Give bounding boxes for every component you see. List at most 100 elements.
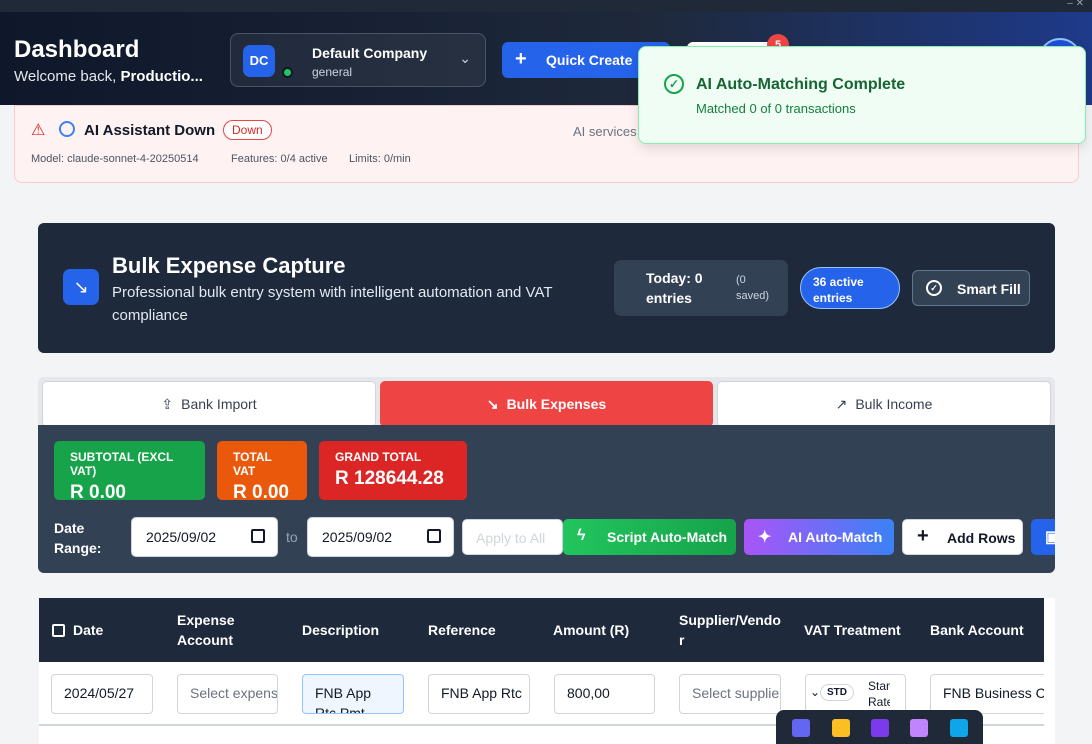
chevron-down-icon: ⌄ — [810, 685, 821, 699]
today-entries-count: Today: 0 entries — [646, 270, 703, 306]
column-header-reference: Reference — [428, 622, 496, 638]
column-header-vat-treatment: VAT Treatment — [804, 622, 901, 638]
plus-icon: + — [917, 525, 929, 547]
plus-icon: + — [515, 48, 527, 70]
zap-icon: ϟ — [577, 527, 586, 544]
column-header-bank-account: Bank Account — [930, 622, 1024, 638]
active-entries-badge: 36 active entries — [800, 267, 900, 309]
table-header: Date Expense Account Description Referen… — [39, 598, 1044, 662]
column-header-label: Date — [73, 622, 104, 638]
apply-to-all-button[interactable]: Apply to All — [462, 519, 563, 555]
today-entries-card: Today: 0 entries (0 saved) — [614, 260, 788, 316]
smart-fill-label: Smart Fill — [957, 281, 1021, 297]
script-auto-match-button[interactable]: ϟ Script Auto-Match — [563, 519, 736, 555]
subtotal-value: R 0.00 — [70, 482, 126, 503]
drive-icon[interactable] — [832, 719, 850, 737]
upload-icon: ⇪ — [161, 396, 174, 412]
bank-account-select[interactable]: FNB Business Current — [930, 674, 1044, 714]
capture-subtitle: Professional bulk entry system with inte… — [112, 284, 553, 324]
calendar-icon — [52, 623, 65, 637]
ai-auto-match-label: AI Auto-Match — [788, 529, 883, 545]
column-header-description: Description — [302, 622, 380, 638]
company-avatar: DC — [243, 45, 275, 77]
subtotal-label: SUBTOTAL (EXCL VAT) — [70, 450, 174, 478]
trending-down-icon: ↘ — [63, 269, 99, 305]
vat-treatment-text: Standard Rate — [868, 679, 890, 709]
column-header-date: Date — [52, 598, 162, 662]
status-badge: Down — [223, 120, 272, 140]
capture-tabs: ⇪ Bank Import ↘ Bulk Expenses ↗ Bulk Income — [38, 377, 1055, 429]
teams-icon[interactable] — [792, 719, 810, 737]
company-name: Default Company — [312, 45, 428, 61]
total-vat-card: TOTAL VAT R 0.00 — [217, 441, 307, 503]
company-type: general — [312, 65, 353, 79]
apply-to-all-label: Apply to All — [476, 530, 546, 546]
check-circle-icon: ✓ — [664, 74, 684, 94]
ai-status-title: AI Assistant Down — [84, 122, 216, 139]
calendar-icon[interactable] — [251, 529, 265, 543]
add-rows-button[interactable]: + Add Rows — [902, 519, 1023, 555]
ai-limits-info: Limits: 0/min — [349, 153, 411, 165]
warning-triangle-icon: ⚠ — [31, 122, 46, 139]
description-textarea[interactable]: FNB App Rtc Pmt — [302, 674, 404, 714]
onenote-icon[interactable] — [871, 719, 889, 737]
vat-treatment-select[interactable]: ⌄ STD Standard Rate — [805, 674, 906, 714]
reference-input[interactable]: FNB App Rtc — [428, 674, 530, 714]
welcome-prefix: Welcome back, — [14, 68, 121, 85]
date-to-input[interactable]: 2025/09/02 — [307, 517, 454, 557]
bulk-capture-header: ↘ Bulk Expense Capture Professional bulk… — [38, 223, 1055, 353]
success-toast[interactable]: ✓ AI Auto-Matching Complete Matched 0 of… — [638, 46, 1086, 144]
column-header-amount: Amount (R) — [553, 622, 630, 638]
expense-account-select[interactable]: Select expense account... — [177, 674, 278, 714]
page-title: Dashboard — [14, 36, 140, 63]
tab-label: Bank Import — [181, 396, 257, 412]
grand-total-value: R 128644.28 — [335, 468, 444, 489]
supplier-select[interactable]: Select supplier... — [679, 674, 781, 714]
tab-label: Bulk Expenses — [506, 396, 607, 412]
saved-count: (0 saved) — [736, 274, 770, 302]
capture-title: Bulk Expense Capture — [112, 253, 346, 278]
smart-fill-button[interactable]: ✓ Smart Fill — [912, 270, 1030, 306]
date-to-value: 2025/09/02 — [322, 529, 393, 545]
quick-create-label: Quick Create — [546, 52, 633, 68]
tab-bulk-income[interactable]: ↗ Bulk Income — [717, 381, 1051, 427]
tab-bank-import[interactable]: ⇪ Bank Import — [42, 381, 376, 427]
date-from-input[interactable]: 2025/09/02 — [131, 517, 278, 557]
store-icon[interactable] — [950, 719, 968, 737]
toast-message: Matched 0 of 0 transactions — [696, 101, 856, 116]
chevron-down-icon: ⌄ — [459, 50, 471, 66]
company-selector[interactable]: DC Default Company general ⌄ — [230, 33, 486, 87]
amount-input[interactable]: 800,00 — [554, 674, 655, 714]
date-range-label: Date Range: — [54, 520, 102, 556]
save-button[interactable]: ▣ — [1031, 519, 1055, 555]
trending-up-icon: ↗ — [835, 396, 848, 412]
ai-auto-match-button[interactable]: ✦ AI Auto-Match — [744, 519, 894, 555]
grand-total-label: GRAND TOTAL — [335, 450, 422, 464]
vat-value: R 0.00 — [233, 482, 289, 503]
pen-app-icon[interactable] — [910, 719, 928, 737]
save-icon: ▣ — [1045, 529, 1055, 546]
calendar-icon[interactable] — [427, 529, 441, 543]
ai-model-info: Model: claude-sonnet-4-20250514 — [31, 153, 199, 165]
bulk-controls-panel: SUBTOTAL (EXCL VAT) R 0.00 TOTAL VAT R 0… — [38, 425, 1055, 573]
column-header-expense-account: Expense Account — [177, 612, 235, 648]
vat-std-badge: STD — [820, 684, 854, 701]
check-circle-icon: ✓ — [926, 280, 942, 296]
grand-total-card: GRAND TOTAL R 128644.28 — [319, 441, 467, 500]
date-range-to: to — [286, 529, 298, 545]
trending-down-icon: ↘ — [486, 396, 499, 412]
ai-features-info: Features: 0/4 active — [231, 153, 328, 165]
subtotal-card: SUBTOTAL (EXCL VAT) R 0.00 — [54, 441, 205, 503]
date-from-value: 2025/09/02 — [146, 529, 217, 545]
ai-services-text: AI services — [573, 124, 637, 139]
welcome-user-name: Productio... — [120, 68, 203, 85]
window-controls[interactable]: – ✕ — [1067, 0, 1084, 9]
tab-bulk-expenses[interactable]: ↘ Bulk Expenses — [380, 381, 713, 427]
os-taskbar — [776, 710, 983, 744]
vat-label: TOTAL VAT — [233, 450, 272, 478]
online-status-dot — [282, 67, 293, 78]
tab-label: Bulk Income — [855, 396, 933, 412]
date-cell-input[interactable]: 2024/05/27 — [51, 674, 153, 714]
add-rows-label: Add Rows — [947, 530, 1016, 546]
column-header-supplier: Supplier/Vendor — [679, 612, 781, 648]
